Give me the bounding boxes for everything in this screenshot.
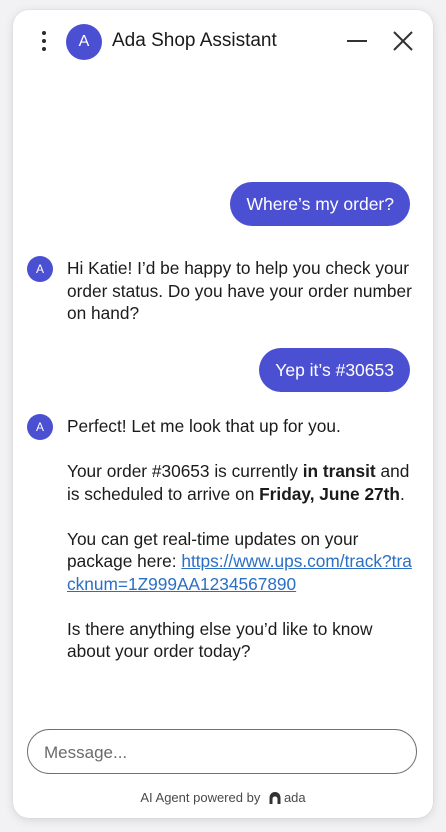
- assistant-avatar: A: [66, 24, 102, 60]
- user-message: Yep it’s #30653: [259, 348, 410, 392]
- user-message: Where’s my order?: [230, 182, 410, 226]
- chat-header: A Ada Shop Assistant: [13, 10, 433, 72]
- minimize-icon[interactable]: [346, 29, 368, 53]
- bot-message: Perfect! Let me look that up for you. Yo…: [67, 415, 412, 663]
- chat-widget: A Ada Shop Assistant Where’s my order? A…: [13, 10, 433, 818]
- bot-message-text: Hi Katie! I’d be happy to help you check…: [67, 258, 412, 323]
- date-emphasis: Friday, June 27th: [259, 483, 400, 504]
- bot-avatar: A: [27, 414, 53, 440]
- powered-by-text: AI Agent powered by: [140, 790, 261, 805]
- bot-message-text: Perfect! Let me look that up for you.: [67, 416, 341, 436]
- message-input-box[interactable]: [27, 729, 417, 775]
- message-input[interactable]: [42, 730, 406, 775]
- ada-brand-text: ada: [283, 790, 306, 805]
- ada-logo-icon: [268, 791, 282, 811]
- bot-message-text: Is there anything else you’d like to kno…: [67, 618, 373, 662]
- tracking-text: You can get real-time updates on your pa…: [67, 528, 412, 596]
- text-span: .: [399, 483, 405, 504]
- text-span: Your order #30653 is currently: [67, 461, 303, 481]
- close-icon[interactable]: [391, 29, 415, 53]
- chat-title: Ada Shop Assistant: [112, 30, 277, 51]
- kebab-menu-icon[interactable]: [35, 28, 53, 54]
- bot-avatar: A: [27, 256, 53, 282]
- status-emphasis: in transit: [302, 461, 376, 481]
- order-status-text: Your order #30653 is currently in transi…: [67, 460, 412, 505]
- bot-message: Hi Katie! I’d be happy to help you check…: [67, 257, 412, 325]
- powered-by-footer: AI Agent powered by ada: [13, 788, 433, 808]
